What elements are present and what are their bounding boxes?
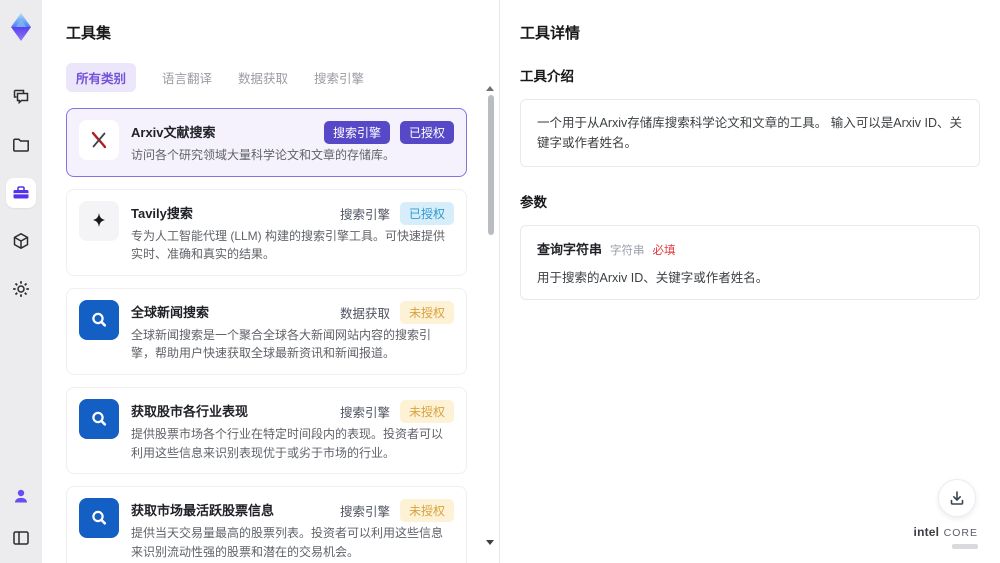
tool-card[interactable]: 获取股市各行业表现 提供股票市场各个行业在特定时间段内的表现。投资者可以利用这些… xyxy=(66,386,467,475)
category-tab[interactable]: 所有类别 xyxy=(66,63,137,92)
tool-desc: 访问各个研究领域大量科学论文和文章的存储库。 xyxy=(131,148,396,162)
app-window: 工具集 所有类别 语言翻译 数据获取 搜索引擎 Arxiv文献搜索 访问各个研究领域大… xyxy=(0,0,1000,563)
param-card: 查询字符串 字符串 必填 用于搜索的Arxiv ID、关键字或作者姓名。 xyxy=(520,225,980,300)
intro-card: 一个用于从Arxiv存储库搜索科学论文和文章的工具。 输入可以是Arxiv ID… xyxy=(520,99,980,167)
sparkle-icon xyxy=(79,200,119,241)
scrollbar-thumb[interactable] xyxy=(488,95,494,235)
sidebar-rail xyxy=(0,0,42,563)
cube-icon[interactable] xyxy=(6,226,36,256)
category-tab[interactable]: 数据获取 xyxy=(238,68,288,87)
category-tab[interactable]: 搜索引擎 xyxy=(314,68,364,87)
param-desc: 用于搜索的Arxiv ID、关键字或作者姓名。 xyxy=(537,271,769,285)
scroll-up-arrow[interactable] xyxy=(486,86,494,91)
intro-heading: 工具介绍 xyxy=(520,69,574,84)
search-blue-icon xyxy=(79,299,119,340)
tool-category: 数据获取 xyxy=(339,306,390,321)
param-required-badge: 必填 xyxy=(652,245,676,257)
toolbox-icon[interactable] xyxy=(6,178,36,208)
tool-category: 搜索引擎 xyxy=(339,505,390,520)
panel-toggle-icon[interactable] xyxy=(6,523,36,553)
tool-card[interactable]: Tavily搜索 专为人工智能代理 (LLM) 构建的搜索引擎工具。可快速提供实… xyxy=(66,188,467,276)
tool-list-panel: 工具集 所有类别 语言翻译 数据获取 搜索引擎 Arxiv文献搜索 访问各个研究领域大… xyxy=(42,0,500,563)
tool-desc: 专为人工智能代理 (LLM) 构建的搜索引擎工具。可快速提供实时、准确和真实的结… xyxy=(131,228,446,262)
params-heading: 参数 xyxy=(520,195,547,210)
tool-auth-badge: 已授权 xyxy=(399,201,454,225)
tool-desc: 提供股票市场各个行业在特定时间段内的表现。投资者可以利用这些信息来识别表现优于或… xyxy=(131,426,444,460)
tool-desc: 提供当天交易量最高的股票列表。投资者可以利用这些信息来识别流动性强的股票和潜在的… xyxy=(131,526,444,559)
tool-detail-panel: 工具详情 工具介绍 一个用于从Arxiv存储库搜索科学论文和文章的工具。 输入可… xyxy=(500,0,1000,563)
tool-category: 搜索引擎 xyxy=(339,207,390,222)
category-tab[interactable]: 语言翻译 xyxy=(162,68,212,87)
tool-category: 搜索引擎 xyxy=(323,121,390,144)
intel-core-logo: intel CORE xyxy=(914,523,978,549)
tool-card[interactable]: 全球新闻搜索 全球新闻搜索是一个聚合全球各大新闻网站内容的搜索引擎，帮助用户快速… xyxy=(66,287,467,375)
tool-auth-badge: 未授权 xyxy=(399,499,454,523)
chat-icon[interactable] xyxy=(6,82,36,112)
user-icon[interactable] xyxy=(6,481,36,511)
arxiv-icon xyxy=(79,120,119,160)
folder-icon[interactable] xyxy=(6,130,36,160)
tool-category: 搜索引擎 xyxy=(339,405,390,420)
logo-underline xyxy=(952,544,978,549)
tool-auth-badge: 未授权 xyxy=(399,399,454,423)
download-icon xyxy=(950,491,964,505)
category-tabs: 所有类别 语言翻译 数据获取 搜索引擎 xyxy=(66,63,481,92)
tool-card[interactable]: 获取市场最活跃股票信息 提供当天交易量最高的股票列表。投资者可以利用这些信息来识… xyxy=(66,486,467,563)
param-type: 字符串 xyxy=(610,245,645,257)
scroll-down-arrow[interactable] xyxy=(486,540,494,545)
logo-gem-icon[interactable] xyxy=(7,12,35,42)
intro-text: 一个用于从Arxiv存储库搜索科学论文和文章的工具。 输入可以是Arxiv ID… xyxy=(537,116,963,150)
gear-icon[interactable] xyxy=(6,274,36,304)
tool-desc: 全球新闻搜索是一个聚合全球各大新闻网站内容的搜索引擎，帮助用户快速获取全球最新资… xyxy=(131,327,432,361)
detail-title: 工具详情 xyxy=(520,25,581,42)
tool-list: Arxiv文献搜索 访问各个研究领域大量科学论文和文章的存储库。 搜索引擎 已授… xyxy=(66,108,481,563)
search-blue-icon xyxy=(79,398,119,439)
tool-auth-badge: 已授权 xyxy=(399,121,454,144)
param-name: 查询字符串 xyxy=(537,242,603,257)
download-button[interactable] xyxy=(938,479,976,517)
search-blue-icon xyxy=(79,498,119,539)
tool-card[interactable]: Arxiv文献搜索 访问各个研究领域大量科学论文和文章的存储库。 搜索引擎 已授… xyxy=(66,108,467,177)
page-title: 工具集 xyxy=(66,25,112,42)
tool-auth-badge: 未授权 xyxy=(399,300,454,324)
